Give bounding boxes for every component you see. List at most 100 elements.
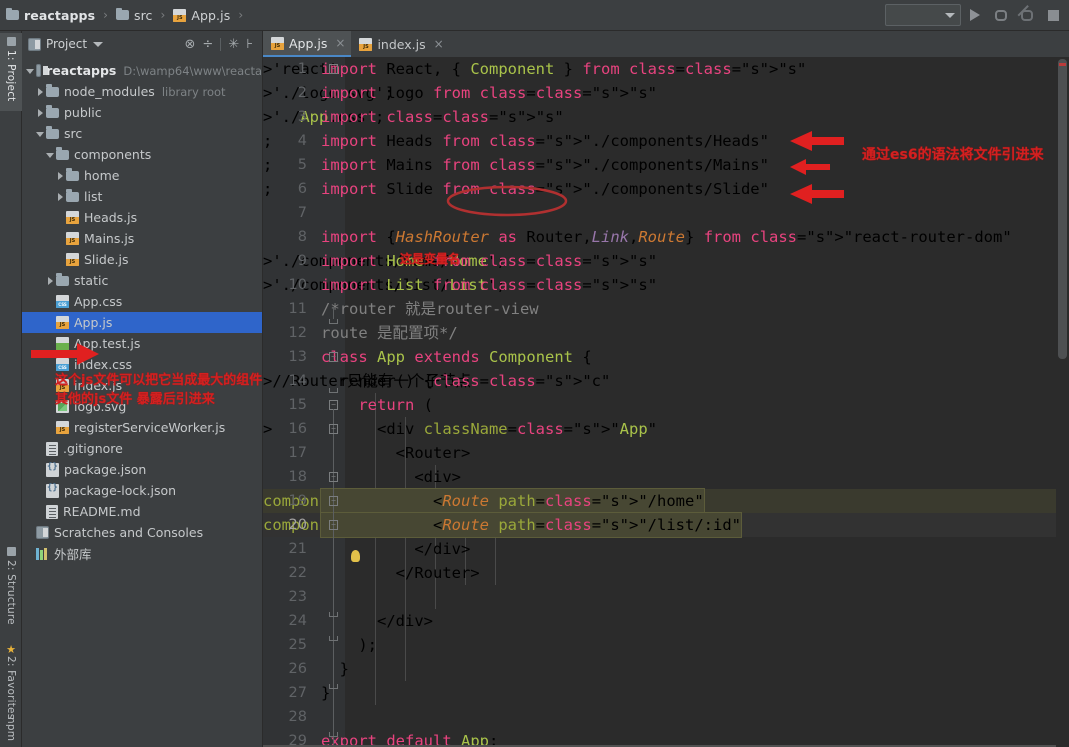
tree-item-mains-js[interactable]: Mains.js xyxy=(22,228,262,249)
line-content: import Mains from class="s">"./component… xyxy=(321,156,769,174)
line-number: 10 xyxy=(288,277,307,293)
fold-marker-icon[interactable]: − xyxy=(329,352,338,362)
json-file-icon xyxy=(46,462,59,477)
tree-item-app-js[interactable]: App.js xyxy=(22,312,262,333)
chevron-right-icon[interactable] xyxy=(56,171,66,181)
tree-item-scratches-and-consoles[interactable]: Scratches and Consoles xyxy=(22,522,262,543)
line-number: 19 xyxy=(288,493,307,509)
tree-item-components[interactable]: components xyxy=(22,144,262,165)
chevron-down-icon[interactable] xyxy=(36,129,46,139)
tree-item-list[interactable]: list xyxy=(22,186,262,207)
sidebar-tab-structure[interactable]: 2: Structure xyxy=(0,543,22,635)
code-line-28: 28 xyxy=(263,705,1069,729)
run-configuration-select[interactable] xyxy=(885,4,961,26)
breadcrumb-item-reactapps[interactable]: reactapps xyxy=(0,0,99,30)
error-stripe[interactable] xyxy=(1059,63,1066,66)
tree-item-readme-md[interactable]: README.md xyxy=(22,501,262,522)
stop-button[interactable] xyxy=(1041,3,1065,27)
expand-all-icon[interactable]: ÷ xyxy=(202,38,213,51)
tree-item-app-test-js[interactable]: App.test.js xyxy=(22,333,262,354)
tree-item--gitignore[interactable]: .gitignore xyxy=(22,438,262,459)
star-icon: ★ xyxy=(4,643,18,657)
breadcrumb-item-src[interactable]: src xyxy=(110,0,157,30)
chevron-down-icon[interactable] xyxy=(46,150,56,160)
tree-item-registerserviceworker-js[interactable]: registerServiceWorker.js xyxy=(22,417,262,438)
line-content: /*router 就是router-view xyxy=(321,300,539,318)
fold-marker-icon[interactable]: − xyxy=(329,520,338,530)
fold-cap-icon xyxy=(329,636,338,641)
sidebar-tab-project[interactable]: 1: Project xyxy=(0,33,22,111)
tree-item-node-modules[interactable]: node_modules library root xyxy=(22,81,262,102)
scrollbar-thumb[interactable] xyxy=(1058,59,1067,359)
close-icon[interactable]: × xyxy=(434,37,444,51)
css-file-icon xyxy=(56,295,69,308)
tree-item-static[interactable]: static xyxy=(22,270,262,291)
code-viewport[interactable]: 1 import React, { Component } from class=… xyxy=(263,57,1069,747)
chevron-right-icon[interactable] xyxy=(46,276,56,286)
tree-item--[interactable]: 外部库 xyxy=(22,543,262,564)
tree-item-logo-svg[interactable]: logo.svg xyxy=(22,396,262,417)
collapse-all-icon[interactable]: ⊗ xyxy=(185,38,196,51)
play-icon xyxy=(970,9,980,21)
fold-marker-icon[interactable]: − xyxy=(329,64,338,74)
tree-item-label: registerServiceWorker.js xyxy=(74,420,226,435)
code-line-11: 11 /*router 就是router-view xyxy=(263,297,1069,321)
chevron-right-icon[interactable] xyxy=(36,87,46,97)
tree-item-index-css[interactable]: index.css xyxy=(22,354,262,375)
tree-item-src[interactable]: src xyxy=(22,123,262,144)
folder-icon xyxy=(56,273,69,286)
tree-item-slide-js[interactable]: Slide.js xyxy=(22,249,262,270)
code-line-13: 13 class App extends Component { xyxy=(263,345,1069,369)
line-content: </div> xyxy=(321,540,471,558)
tree-item-package-lock-json[interactable]: package-lock.json xyxy=(22,480,262,501)
breadcrumb-separator-icon: › xyxy=(160,8,166,22)
project-panel-title: Project xyxy=(46,37,88,51)
run-button[interactable] xyxy=(963,3,987,27)
tree-item-index-js[interactable]: index.js xyxy=(22,375,262,396)
tree-item-public[interactable]: public xyxy=(22,102,262,123)
project-panel-header: Project ⊗ ÷ ✳ ⊦ xyxy=(22,31,262,57)
code-line-19: 19 <Route path=class="s">"/home" compone… xyxy=(263,489,1069,513)
chevron-right-icon[interactable] xyxy=(36,108,46,118)
tree-item-app-css[interactable]: App.css xyxy=(22,291,262,312)
debug-button[interactable] xyxy=(989,3,1013,27)
tree-item-reactapps[interactable]: reactapps D:\wamp64\www\reacta xyxy=(22,60,262,81)
line-number: 12 xyxy=(288,325,307,341)
chevron-down-icon[interactable] xyxy=(26,66,36,76)
code-line-2: 2 import logo from class=class="s">"s" >'.… xyxy=(263,81,1069,105)
code-line-3: 3 import class=class="s">"s" >'./App.css'; xyxy=(263,105,1069,129)
close-icon[interactable]: × xyxy=(335,36,345,50)
line-content: import {HashRouter as Router,Link,Route}… xyxy=(321,228,1012,246)
editor-scrollbar[interactable] xyxy=(1056,57,1069,747)
js-file-icon xyxy=(271,36,284,50)
tree-item-package-json[interactable]: package.json xyxy=(22,459,262,480)
breadcrumb-label: src xyxy=(133,7,153,23)
chevron-right-icon[interactable] xyxy=(56,192,66,202)
fold-marker-icon[interactable]: − xyxy=(329,472,338,482)
line-number: 13 xyxy=(288,349,307,365)
intention-bulb-icon[interactable] xyxy=(351,550,360,562)
coverage-button[interactable] xyxy=(1015,3,1039,27)
tree-item-home[interactable]: home xyxy=(22,165,262,186)
hide-panel-icon[interactable]: ⊦ xyxy=(246,38,253,51)
chevron-down-icon[interactable] xyxy=(93,41,104,47)
tree-item-heads-js[interactable]: Heads.js xyxy=(22,207,262,228)
tree-item-label: Slide.js xyxy=(84,252,129,267)
line-number: 4 xyxy=(297,133,307,149)
tree-item-label: node_modules xyxy=(64,84,155,99)
breadcrumb-item-appjs[interactable]: App.js xyxy=(167,0,234,30)
fold-marker-icon[interactable]: − xyxy=(329,424,338,434)
fold-marker-icon[interactable]: − xyxy=(329,496,338,506)
project-icon xyxy=(28,37,41,51)
breadcrumb-bar: reactapps › src › App.js › xyxy=(0,0,1069,31)
sidebar-tab-npm[interactable]: npm xyxy=(0,713,22,747)
code-line-20: 20 <Route path=class="s">"/list/:id" com… xyxy=(263,513,1069,537)
tree-item-label: App.test.js xyxy=(74,336,141,351)
sidebar-tab-label: 2: Favorites xyxy=(5,656,17,720)
folder-icon xyxy=(6,7,19,20)
tab-app-js[interactable]: App.js × xyxy=(263,31,352,57)
gear-icon[interactable]: ✳ xyxy=(228,38,239,51)
project-icon xyxy=(6,37,16,46)
tree-item-sublabel: D:\wamp64\www\reacta xyxy=(123,63,262,78)
tab-index-js[interactable]: index.js × xyxy=(351,31,449,57)
